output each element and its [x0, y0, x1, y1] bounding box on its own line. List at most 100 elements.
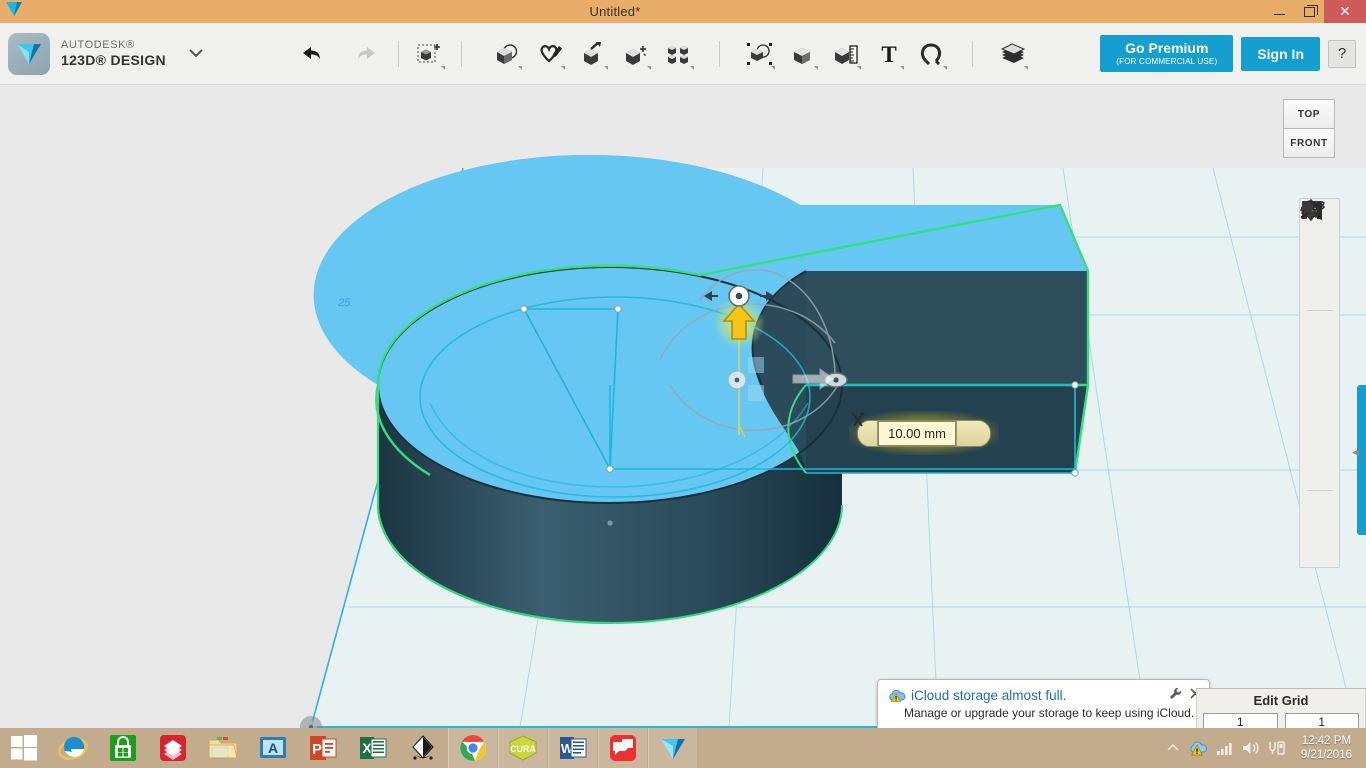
application-window: Untitled* ✕ AUTODESK® 123D® DESIGN — [0, 0, 1366, 768]
camera-icon[interactable] — [1303, 453, 1337, 488]
grid-label-left: 25 — [338, 297, 350, 309]
start-button[interactable] — [0, 728, 48, 768]
title-bar: Untitled* ✕ — [0, 0, 1366, 23]
view-tools-divider-2 — [1307, 490, 1333, 491]
text-T-icon[interactable]: T — [872, 34, 906, 74]
brand-text: AUTODESK® 123D® DESIGN — [61, 39, 166, 68]
redo-arrow-icon[interactable] — [350, 34, 384, 74]
construct-extrude-icon[interactable] — [576, 34, 610, 74]
transform-move-cube-icon[interactable] — [413, 34, 447, 74]
sign-in-button[interactable]: Sign In — [1241, 37, 1320, 71]
undo-redo-group — [294, 34, 384, 74]
brand-line-1: AUTODESK® — [61, 39, 166, 52]
sketch-pencil-heart-icon[interactable] — [533, 34, 567, 74]
notification-body: Manage or upgrade your storage to keep u… — [878, 703, 1209, 720]
dimension-input-box[interactable]: 10.00 mm — [857, 420, 991, 447]
taskbar-item-store[interactable] — [98, 728, 148, 768]
icloud-notification[interactable]: iCloud storage almost full. Manage or up… — [877, 679, 1210, 733]
go-premium-sublabel: (FOR COMMERCIAL USE) — [1116, 58, 1217, 67]
taskbar-item-excel[interactable]: X — [348, 728, 398, 768]
taskbar-clock[interactable]: 12:42 PM 9/21/2016 — [1293, 734, 1360, 763]
brand-line-2: 123D® DESIGN — [61, 52, 166, 68]
chevron-down-icon[interactable] — [188, 46, 204, 61]
eye-icon[interactable] — [1303, 383, 1337, 418]
clock-date: 9/21/2016 — [1301, 748, 1352, 762]
tool-icon-row: T — [490, 34, 1030, 74]
pattern-four-cubes-icon[interactable] — [662, 34, 696, 74]
material-brush-cube-icon[interactable] — [1303, 493, 1337, 528]
show-hidden-icons-icon[interactable] — [1163, 737, 1183, 759]
orbit-cube-icon[interactable] — [1303, 238, 1337, 273]
undo-arrow-icon[interactable] — [294, 34, 328, 74]
taskbar-item-inkscape[interactable] — [398, 728, 448, 768]
magnifier-icon[interactable] — [1303, 273, 1337, 308]
windows-taskbar: A P X — [0, 728, 1366, 768]
icloud-warning-tray-icon[interactable] — [1189, 737, 1209, 759]
go-premium-label: Go Premium — [1116, 41, 1217, 56]
restore-button[interactable] — [1294, 0, 1324, 23]
icloud-warning-icon — [888, 688, 904, 702]
view-tools-divider-1 — [1307, 310, 1333, 311]
svg-text:A: A — [268, 740, 278, 756]
taskbar-item-cura[interactable]: CURA — [498, 728, 548, 768]
brand-block: AUTODESK® 123D® DESIGN — [0, 33, 204, 75]
toolbar-divider-2 — [461, 41, 462, 67]
autodesk-123d-logo-icon[interactable] — [8, 33, 50, 75]
taskbar-item-file-explorer[interactable] — [198, 728, 248, 768]
usb-device-icon[interactable] — [1267, 737, 1287, 759]
combine-cube-icon[interactable] — [786, 34, 820, 74]
system-tray: 12:42 PM 9/21/2016 — [1163, 734, 1366, 763]
main-toolbar: AUTODESK® 123D® DESIGN — [0, 23, 1366, 85]
grouping-cubes-icon[interactable] — [743, 34, 777, 74]
taskbar-item-word[interactable]: W — [548, 728, 598, 768]
svg-text:CURA: CURA — [510, 744, 536, 754]
effects-wand-icon[interactable] — [1303, 528, 1337, 563]
app-logo-icon — [0, 0, 26, 23]
help-button[interactable]: ? — [1328, 40, 1356, 68]
viewport-scene — [0, 85, 1366, 730]
svg-text:P: P — [312, 741, 322, 758]
window-title: Untitled* — [26, 4, 1264, 19]
taskbar-item-shotcut[interactable] — [148, 728, 198, 768]
taskbar-item-messages[interactable] — [598, 728, 648, 768]
taskbar-item-chrome[interactable] — [448, 728, 498, 768]
grid-eye-icon[interactable] — [1303, 418, 1337, 453]
dimension-input-group[interactable]: 10.00 mm — [849, 411, 999, 455]
view-cube-front-face[interactable]: FRONT — [1283, 128, 1335, 158]
account-actions: Go Premium (FOR COMMERCIAL USE) Sign In … — [1100, 35, 1366, 71]
notification-header: iCloud storage almost full. — [878, 680, 1209, 703]
rotate-handle-lower — [728, 371, 746, 389]
display-cube-sphere-icon[interactable] — [1303, 348, 1337, 383]
taskbar-item-123d-design[interactable] — [648, 728, 698, 768]
side-panel-toggle[interactable] — [1357, 385, 1366, 535]
modify-cube-sparkle-icon[interactable] — [619, 34, 653, 74]
toolbar-divider — [398, 41, 399, 67]
snap-magnet-icon[interactable] — [915, 34, 949, 74]
view-cube[interactable]: TOP FRONT — [1275, 93, 1341, 163]
network-signal-icon[interactable] — [1215, 737, 1235, 759]
toolbar-divider-4 — [972, 41, 973, 67]
volume-icon[interactable] — [1241, 737, 1261, 759]
materials-stack-icon[interactable] — [996, 34, 1030, 74]
minimize-button[interactable] — [1264, 0, 1294, 23]
view-cube-top-face[interactable]: TOP — [1283, 99, 1335, 129]
edit-grid-title: Edit Grid — [1197, 689, 1365, 708]
primitives-cube-sphere-icon[interactable] — [490, 34, 524, 74]
dimension-constraint-icon[interactable] — [956, 421, 990, 446]
taskbar-item-powerpoint[interactable]: P — [298, 728, 348, 768]
close-button[interactable]: ✕ — [1324, 0, 1366, 23]
view-tools-panel — [1299, 198, 1340, 568]
window-controls: ✕ — [1264, 0, 1366, 23]
go-premium-button[interactable]: Go Premium (FOR COMMERCIAL USE) — [1100, 35, 1233, 71]
dimension-value[interactable]: 10.00 mm — [878, 421, 956, 446]
taskbar-item-internet-explorer[interactable] — [48, 728, 98, 768]
measure-ruler-cube-icon[interactable] — [829, 34, 863, 74]
3d-viewport[interactable]: 25 TOP FRONT — [0, 85, 1366, 730]
clock-time: 12:42 PM — [1301, 734, 1352, 748]
wrench-icon[interactable] — [1169, 687, 1182, 703]
fit-to-window-cube-icon[interactable] — [1303, 313, 1337, 348]
notification-title: iCloud storage almost full. — [911, 688, 1161, 703]
toolbar-divider-3 — [719, 41, 720, 67]
taskbar-item-autodesk-app[interactable]: A — [248, 728, 298, 768]
svg-text:T: T — [881, 42, 896, 66]
